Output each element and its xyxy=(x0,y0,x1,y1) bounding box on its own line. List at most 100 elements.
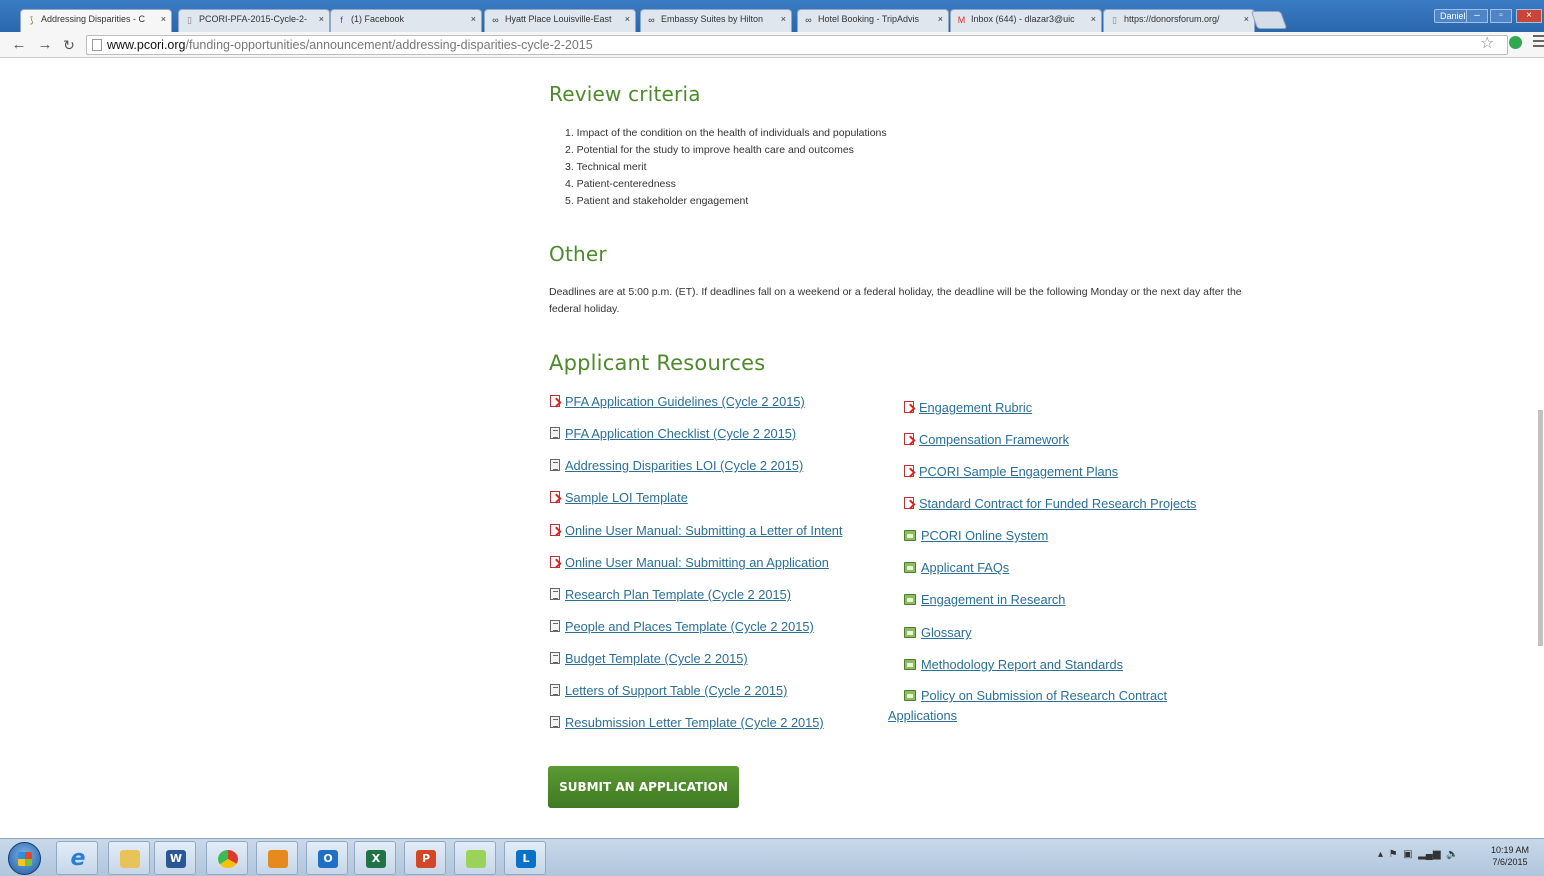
resource-link[interactable]: PFA Application Guidelines (Cycle 2 2015… xyxy=(550,394,805,409)
close-tab-icon[interactable]: × xyxy=(161,14,166,24)
resource-link-label: Budget Template (Cycle 2 2015) xyxy=(565,651,748,666)
resource-link[interactable]: PFA Application Checklist (Cycle 2 2015) xyxy=(550,426,796,441)
resource-link[interactable]: Research Plan Template (Cycle 2 2015) xyxy=(550,587,791,602)
resource-link-label: Online User Manual: Submitting an Applic… xyxy=(565,555,829,570)
start-button[interactable] xyxy=(8,842,41,875)
chrome-taskbar-button[interactable] xyxy=(206,841,248,875)
resource-link-label: Letters of Support Table (Cycle 2 2015) xyxy=(565,683,788,698)
resource-link[interactable]: Methodology Report and Standards xyxy=(904,657,1123,672)
close-tab-icon[interactable]: × xyxy=(1091,14,1096,24)
resource-link-label: Addressing Disparities LOI (Cycle 2 2015… xyxy=(565,458,804,473)
resource-link-label: Engagement in Research xyxy=(921,592,1066,607)
browser-tab[interactable]: ▯ PCORI-PFA-2015-Cycle-2- × xyxy=(178,9,330,32)
resource-link[interactable]: People and Places Template (Cycle 2 2015… xyxy=(550,619,814,634)
resource-link-label: Methodology Report and Standards xyxy=(921,657,1124,672)
tripadvisor-icon: ∞ xyxy=(648,15,655,25)
resource-link[interactable]: Standard Contract for Funded Research Pr… xyxy=(904,496,1196,511)
document-icon xyxy=(550,588,560,600)
resource-link-label: Online User Manual: Submitting a Letter … xyxy=(565,523,843,538)
web-page-icon xyxy=(904,562,916,573)
back-icon[interactable]: ← xyxy=(10,36,28,54)
tab-title: https://donorsforum.org/ xyxy=(1124,14,1220,24)
resource-link[interactable]: Applicant FAQs xyxy=(904,560,1009,575)
extension-icon[interactable] xyxy=(1509,36,1522,49)
browser-tab[interactable]: ∞ Hyatt Place Louisville-East × xyxy=(484,9,636,32)
excel-taskbar-button[interactable]: X xyxy=(354,841,396,875)
close-tab-icon[interactable]: × xyxy=(781,14,786,24)
minimize-button[interactable]: – xyxy=(1466,9,1488,23)
browser-tab[interactable]: f (1) Facebook × xyxy=(330,9,482,32)
browser-tab[interactable]: ∞ Embassy Suites by Hilton × xyxy=(640,9,792,32)
close-tab-icon[interactable]: × xyxy=(1244,14,1249,24)
browser-tab[interactable]: ▯ https://donorsforum.org/ × xyxy=(1103,9,1255,32)
tab-title: Inbox (644) - dlazar3@uic xyxy=(971,14,1075,24)
resource-link[interactable]: Sample LOI Template xyxy=(550,490,688,505)
tab-title: Hotel Booking - TripAdvis xyxy=(818,14,920,24)
resource-link[interactable]: Addressing Disparities LOI (Cycle 2 2015… xyxy=(550,458,803,473)
resource-link[interactable]: Policy on Submission of Research Contrac… xyxy=(888,686,1168,726)
reload-icon[interactable]: ↻ xyxy=(60,36,78,54)
scrollbar-thumb[interactable] xyxy=(1538,410,1543,646)
close-window-button[interactable]: × xyxy=(1516,9,1542,23)
close-tab-icon[interactable]: × xyxy=(625,14,630,24)
resource-link-label: Research Plan Template (Cycle 2 2015) xyxy=(565,587,791,602)
powerpoint-taskbar-button[interactable]: P xyxy=(404,841,446,875)
browser-tab[interactable]: M Inbox (644) - dlazar3@uic × xyxy=(950,9,1102,32)
scrollbar[interactable] xyxy=(1536,58,1544,838)
document-icon xyxy=(550,620,560,632)
lync-icon: L xyxy=(516,850,536,868)
web-page-icon xyxy=(904,659,916,670)
resource-link[interactable]: PCORI Sample Engagement Plans xyxy=(904,464,1118,479)
resource-link-label: PFA Application Checklist (Cycle 2 2015) xyxy=(565,426,797,441)
pdf-icon xyxy=(904,433,914,445)
file-explorer-taskbar-button[interactable] xyxy=(108,841,150,875)
review-criterion: 3. Technical merit xyxy=(565,161,647,173)
system-tray[interactable]: ▴ ⚑ ▣ ▂▄▆ 🔈 xyxy=(1378,849,1459,860)
internet-explorer-taskbar-button[interactable]: e xyxy=(56,841,98,875)
resource-link[interactable]: Glossary xyxy=(904,625,972,640)
resource-link-label: Applicant FAQs xyxy=(921,560,1010,575)
sticky-notes-taskbar-button[interactable] xyxy=(454,841,496,875)
word-taskbar-button[interactable]: W xyxy=(154,841,196,875)
resource-link[interactable]: Compensation Framework xyxy=(904,432,1069,447)
resource-link[interactable]: Engagement Rubric xyxy=(904,400,1032,415)
resource-link-label: PCORI Sample Engagement Plans xyxy=(919,464,1119,479)
resource-link[interactable]: Engagement in Research xyxy=(904,592,1065,607)
resource-link-label-cont: Applications xyxy=(888,708,958,723)
review-criterion: 1. Impact of the condition on the health… xyxy=(565,127,887,139)
browser-tab[interactable]: ⟆ Addressing Disparities - C × xyxy=(20,9,172,32)
close-tab-icon[interactable]: × xyxy=(471,14,476,24)
outlook-taskbar-button[interactable]: O xyxy=(306,841,348,875)
toolbar: ← → ↻ www.pcori.org/funding-opportunitie… xyxy=(0,32,1544,58)
resource-link[interactable]: Budget Template (Cycle 2 2015) xyxy=(550,651,748,666)
tab-title: PCORI-PFA-2015-Cycle-2- xyxy=(199,14,308,24)
resource-link-label: People and Places Template (Cycle 2 2015… xyxy=(565,619,814,634)
forward-icon[interactable]: → xyxy=(36,36,54,54)
pdf-icon xyxy=(550,395,560,407)
review-criterion: 4. Patient-centeredness xyxy=(565,178,676,190)
new-tab-button[interactable] xyxy=(1250,11,1288,29)
url-text[interactable]: www.pcori.org/funding-opportunities/anno… xyxy=(107,38,593,52)
resource-link-label: Policy on Submission of Research Contrac… xyxy=(921,688,1168,703)
menu-icon[interactable] xyxy=(1533,35,1544,50)
clock[interactable]: 10:19 AM 7/6/2015 xyxy=(1491,844,1529,868)
resource-link-label: Compensation Framework xyxy=(919,432,1070,447)
resource-link[interactable]: PCORI Online System xyxy=(904,528,1048,543)
browser-chrome: ⟆ Addressing Disparities - C × ▯ PCORI-PFA-2… xyxy=(0,0,1544,58)
resource-link[interactable]: Resubmission Letter Template (Cycle 2 20… xyxy=(550,715,824,730)
close-tab-icon[interactable]: × xyxy=(319,14,324,24)
restore-button[interactable]: ▫ xyxy=(1490,9,1512,23)
submit-application-button[interactable]: SUBMIT AN APPLICATION xyxy=(548,766,739,808)
resource-link[interactable]: Online User Manual: Submitting a Letter … xyxy=(550,523,842,538)
lync-taskbar-button[interactable]: L xyxy=(504,841,546,875)
bookmark-star-icon[interactable]: ☆ xyxy=(1480,33,1494,53)
browser-tab[interactable]: ∞ Hotel Booking - TripAdvis × xyxy=(797,9,949,32)
document-icon xyxy=(550,716,560,728)
resource-link[interactable]: Online User Manual: Submitting an Applic… xyxy=(550,555,829,570)
address-bar[interactable]: www.pcori.org/funding-opportunities/anno… xyxy=(86,35,1508,55)
chrome-icon xyxy=(218,850,238,868)
close-tab-icon[interactable]: × xyxy=(938,14,943,24)
resource-link[interactable]: Letters of Support Table (Cycle 2 2015) xyxy=(550,683,787,698)
review-criterion: 5. Patient and stakeholder engagement xyxy=(565,195,749,207)
media-player-taskbar-button[interactable] xyxy=(256,841,298,875)
